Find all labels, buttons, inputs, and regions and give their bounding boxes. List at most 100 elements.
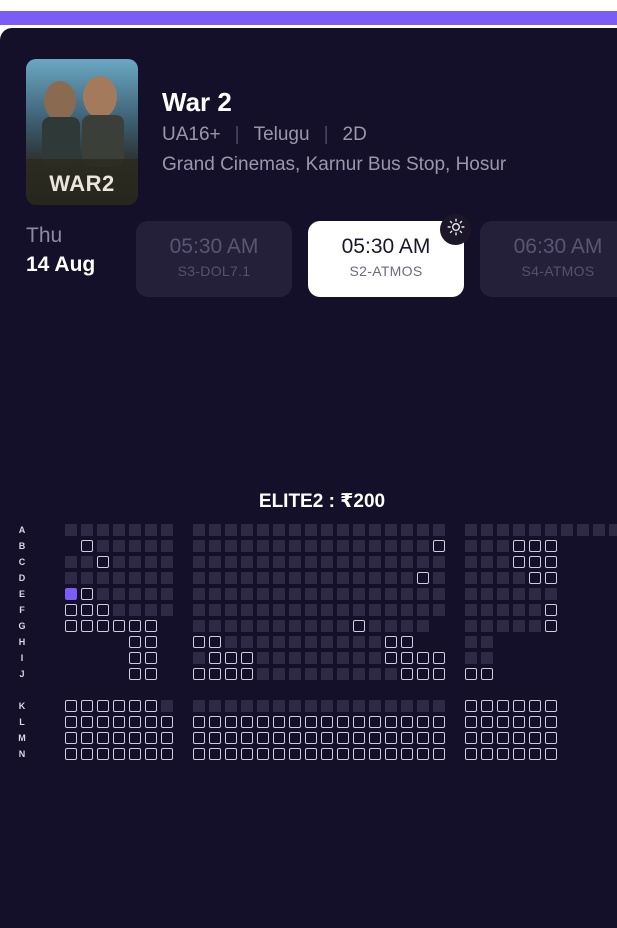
seat-available[interactable] [481,748,493,760]
seat-available[interactable] [145,700,157,712]
seat-available[interactable] [529,572,541,584]
seat-available[interactable] [65,732,77,744]
seat-available[interactable] [337,748,349,760]
seat-available[interactable] [305,716,317,728]
seat-available[interactable] [161,732,173,744]
seat-available[interactable] [241,668,253,680]
seat-available[interactable] [289,748,301,760]
seat-available[interactable] [321,748,333,760]
seat-available[interactable] [81,620,93,632]
seat-available[interactable] [225,716,237,728]
seat-available[interactable] [209,652,221,664]
seat-available[interactable] [545,540,557,552]
seat-available[interactable] [465,732,477,744]
seat-available[interactable] [481,732,493,744]
seat-available[interactable] [241,748,253,760]
seat-available[interactable] [97,620,109,632]
seat-available[interactable] [417,668,429,680]
seat-available[interactable] [193,732,205,744]
seat-available[interactable] [193,716,205,728]
seat-available[interactable] [529,716,541,728]
seat-available[interactable] [529,700,541,712]
seat-available[interactable] [289,716,301,728]
seat-available[interactable] [81,540,93,552]
seat-available[interactable] [481,700,493,712]
seat-available[interactable] [529,748,541,760]
seat-available[interactable] [401,732,413,744]
seat-available[interactable] [465,700,477,712]
seat-available[interactable] [497,700,509,712]
seat-available[interactable] [433,748,445,760]
seat-available[interactable] [481,668,493,680]
seat-available[interactable] [401,748,413,760]
seat-available[interactable] [113,620,125,632]
seat-available[interactable] [241,732,253,744]
seat-available[interactable] [145,732,157,744]
seat-available[interactable] [257,748,269,760]
seat-available[interactable] [81,716,93,728]
seat-available[interactable] [97,700,109,712]
seat-available[interactable] [497,716,509,728]
seat-available[interactable] [145,716,157,728]
seat-available[interactable] [209,732,221,744]
seat-available[interactable] [385,636,397,648]
seat-available[interactable] [113,716,125,728]
seat-available[interactable] [433,668,445,680]
seat-available[interactable] [129,748,141,760]
seat-available[interactable] [465,668,477,680]
seat-available[interactable] [433,716,445,728]
seat-available[interactable] [193,668,205,680]
seat-available[interactable] [401,716,413,728]
seat-available[interactable] [545,556,557,568]
seat-available[interactable] [369,732,381,744]
seat-available[interactable] [433,732,445,744]
seat-available[interactable] [273,748,285,760]
seat-available[interactable] [513,700,525,712]
seat-available[interactable] [433,652,445,664]
seat-available[interactable] [145,668,157,680]
seat-available[interactable] [417,716,429,728]
seat-available[interactable] [545,716,557,728]
seat-available[interactable] [209,748,221,760]
seat-available[interactable] [81,748,93,760]
seat-available[interactable] [433,540,445,552]
seat-available[interactable] [129,620,141,632]
seat-available[interactable] [97,556,109,568]
seat-available[interactable] [513,732,525,744]
seat-selected[interactable] [65,588,77,600]
showtime-option[interactable]: 06:30 AM S4-ATMOS [480,221,617,297]
seat-available[interactable] [161,716,173,728]
seat-available[interactable] [145,748,157,760]
seat-available[interactable] [257,716,269,728]
seat-available[interactable] [145,636,157,648]
seat-available[interactable] [273,716,285,728]
seat-available[interactable] [97,748,109,760]
seat-available[interactable] [113,700,125,712]
showtime-option[interactable]: 05:30 AM S3-DOL7.1 [136,221,292,297]
seat-available[interactable] [417,732,429,744]
seat-available[interactable] [209,668,221,680]
seat-available[interactable] [113,732,125,744]
seat-available[interactable] [385,652,397,664]
seat-available[interactable] [481,716,493,728]
seat-available[interactable] [145,620,157,632]
seat-available[interactable] [321,732,333,744]
seat-available[interactable] [305,748,317,760]
seat-available[interactable] [97,604,109,616]
seat-available[interactable] [145,652,157,664]
seat-available[interactable] [257,732,269,744]
seat-available[interactable] [529,732,541,744]
seat-available[interactable] [545,572,557,584]
seat-available[interactable] [129,652,141,664]
seat-available[interactable] [161,748,173,760]
seat-available[interactable] [97,732,109,744]
seat-available[interactable] [225,668,237,680]
seat-available[interactable] [417,572,429,584]
seat-available[interactable] [97,716,109,728]
seat-available[interactable] [529,556,541,568]
seat-available[interactable] [129,636,141,648]
seat-available[interactable] [81,604,93,616]
seat-available[interactable] [513,540,525,552]
seat-available[interactable] [353,748,365,760]
seat-available[interactable] [225,732,237,744]
